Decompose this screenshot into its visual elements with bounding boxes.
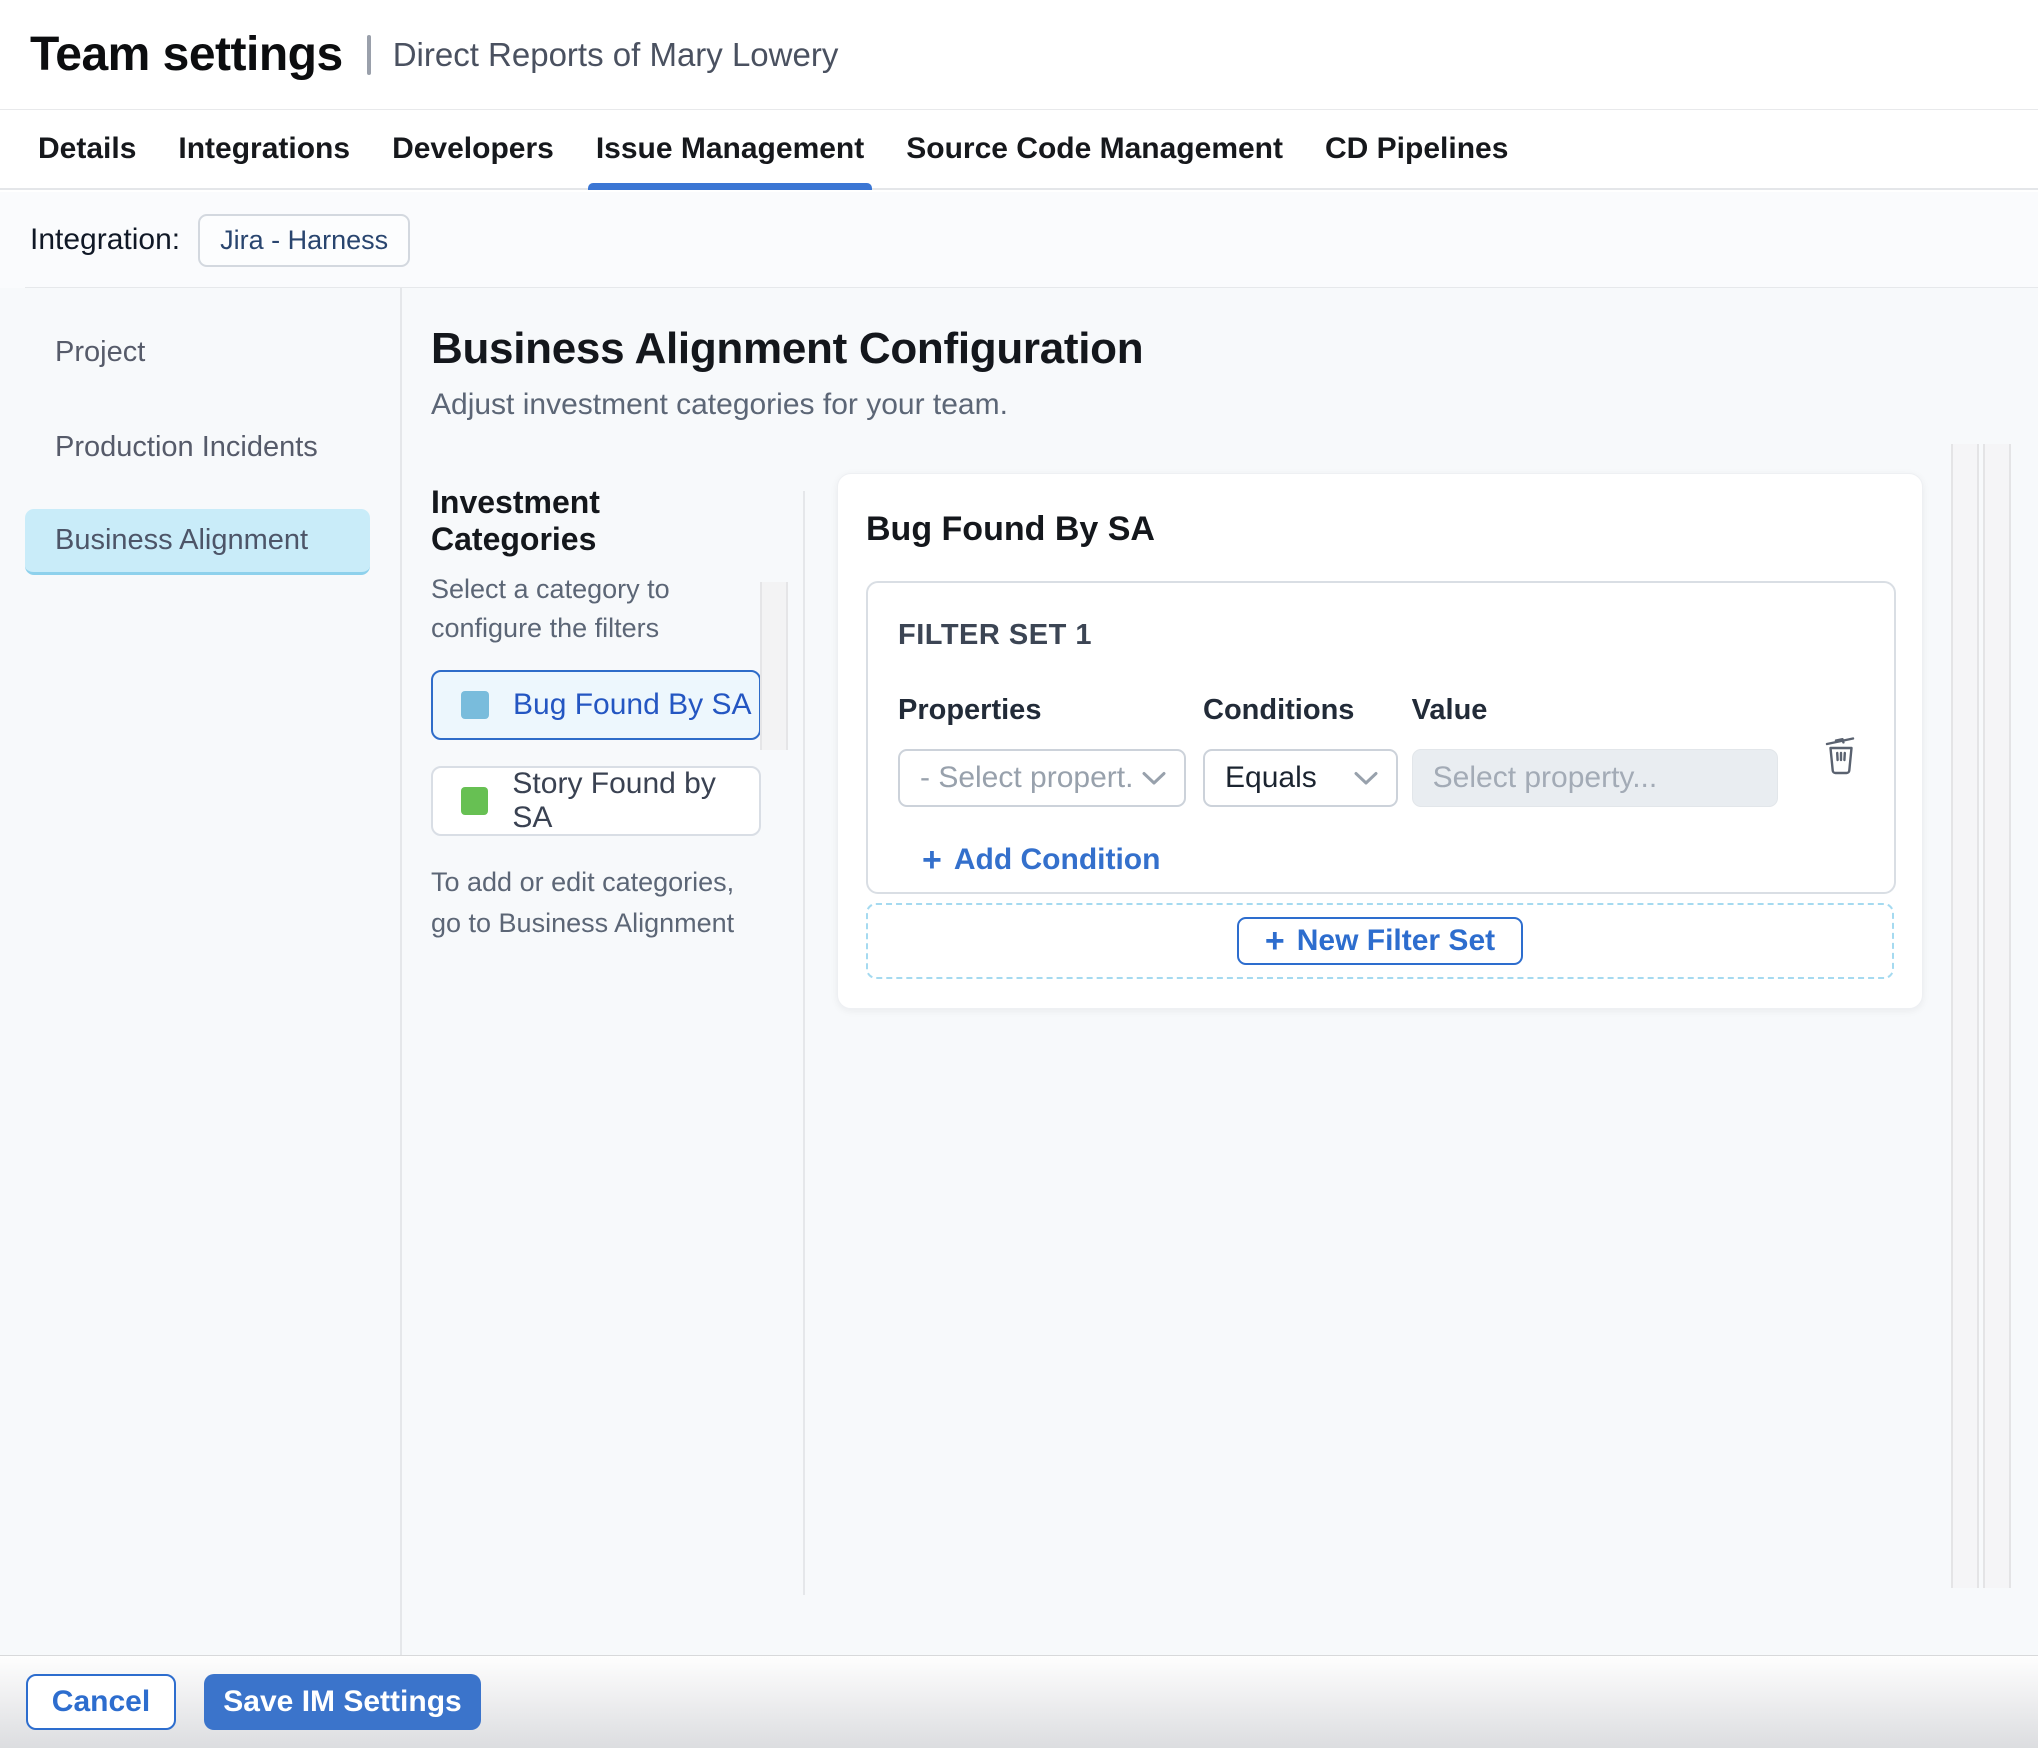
value-input[interactable] bbox=[1411, 749, 1778, 807]
filter-set-label: FILTER SET 1 bbox=[898, 619, 1092, 651]
category-bug-found-by-sa[interactable]: Bug Found By SA bbox=[431, 670, 761, 741]
sidebar-item-project[interactable]: Project bbox=[25, 319, 370, 385]
categories-helper-text: Select a category to configure the filte… bbox=[431, 574, 670, 644]
category-color-swatch-green bbox=[461, 787, 489, 816]
trash-icon bbox=[1825, 737, 1855, 775]
tab-cd-pipelines[interactable]: CD Pipelines bbox=[1325, 110, 1508, 188]
sidebar-item-production-incidents[interactable]: Production Incidents bbox=[25, 414, 370, 480]
tab-details[interactable]: Details bbox=[38, 110, 136, 188]
investment-categories-panel: Investment Categories Select a category … bbox=[431, 484, 771, 943]
team-settings-page: Team settings Direct Reports of Mary Low… bbox=[0, 0, 2038, 1748]
footer-action-bar: Cancel Save IM Settings bbox=[0, 1655, 2038, 1748]
new-filter-set-label: New Filter Set bbox=[1296, 924, 1496, 957]
page-scrollbar[interactable] bbox=[1983, 444, 2011, 1588]
property-select[interactable]: - Select propert... bbox=[898, 749, 1186, 807]
settings-sidebar: Project Production Incidents Business Al… bbox=[0, 288, 402, 1655]
save-im-settings-button[interactable]: Save IM Settings bbox=[204, 1674, 481, 1730]
column-divider bbox=[803, 491, 805, 1595]
tab-developers[interactable]: Developers bbox=[392, 110, 554, 188]
main-heading-block: Business Alignment Configuration Adjust … bbox=[431, 324, 1144, 422]
condition-select-value: Equals bbox=[1225, 761, 1317, 794]
new-filter-set-dropzone: + New Filter Set bbox=[866, 903, 1894, 979]
chevron-down-icon bbox=[1142, 771, 1166, 784]
tab-issue-management[interactable]: Issue Management bbox=[587, 110, 873, 190]
delete-condition-button[interactable] bbox=[1818, 704, 1864, 807]
categories-footnote: To add or edit categories, go to Busines… bbox=[431, 867, 735, 938]
cancel-button[interactable]: Cancel bbox=[26, 1674, 176, 1730]
category-story-found-by-sa[interactable]: Story Found by SA bbox=[431, 766, 761, 837]
section-subheading: Adjust investment categories for your te… bbox=[431, 388, 1008, 421]
tab-bar: Details Integrations Developers Issue Ma… bbox=[0, 110, 2038, 190]
property-select-placeholder: - Select propert... bbox=[920, 761, 1132, 794]
integration-label: Integration: bbox=[30, 223, 181, 256]
filter-set-1: FILTER SET 1 Properties - Select propert… bbox=[866, 581, 1896, 894]
app-header: Team settings Direct Reports of Mary Low… bbox=[0, 0, 2038, 110]
condition-select[interactable]: Equals bbox=[1203, 749, 1398, 807]
properties-column-header: Properties bbox=[898, 694, 1042, 726]
category-list: Bug Found By SA Story Found by SA bbox=[431, 670, 771, 837]
content-area: Project Production Incidents Business Al… bbox=[0, 288, 2038, 1655]
category-label: Story Found by SA bbox=[512, 767, 716, 835]
category-label: Bug Found By SA bbox=[513, 688, 752, 722]
filter-condition-row: Properties - Select propert... Condition… bbox=[898, 694, 1864, 807]
tab-source-code-management[interactable]: Source Code Management bbox=[906, 110, 1283, 188]
conditions-column-header: Conditions bbox=[1203, 694, 1355, 726]
category-list-scrollbar[interactable] bbox=[760, 582, 788, 750]
plus-icon: + bbox=[1264, 922, 1285, 960]
integration-bar: Integration: Jira - Harness bbox=[0, 192, 2038, 288]
section-heading: Business Alignment Configuration bbox=[431, 324, 1144, 373]
add-condition-button[interactable]: + Add Condition bbox=[922, 843, 1160, 877]
integration-chip[interactable]: Jira - Harness bbox=[198, 213, 411, 267]
categories-title: Investment Categories bbox=[431, 484, 600, 557]
filter-config-card: Bug Found By SA FILTER SET 1 Properties … bbox=[837, 473, 1923, 1009]
chevron-down-icon bbox=[1354, 771, 1378, 784]
panel-scrollbar[interactable] bbox=[1951, 444, 1979, 1588]
new-filter-set-button[interactable]: + New Filter Set bbox=[1236, 917, 1524, 965]
category-color-swatch-blue bbox=[461, 691, 489, 720]
add-condition-label: Add Condition bbox=[953, 843, 1161, 876]
page-subtitle: Direct Reports of Mary Lowery bbox=[392, 35, 839, 73]
title-separator bbox=[366, 34, 371, 75]
value-column-header: Value bbox=[1411, 694, 1488, 726]
plus-icon: + bbox=[922, 841, 942, 879]
page-title: Team settings bbox=[30, 28, 343, 81]
filter-card-title: Bug Found By SA bbox=[866, 510, 1155, 548]
tab-integrations[interactable]: Integrations bbox=[178, 110, 350, 188]
sidebar-item-business-alignment[interactable]: Business Alignment bbox=[25, 509, 370, 575]
